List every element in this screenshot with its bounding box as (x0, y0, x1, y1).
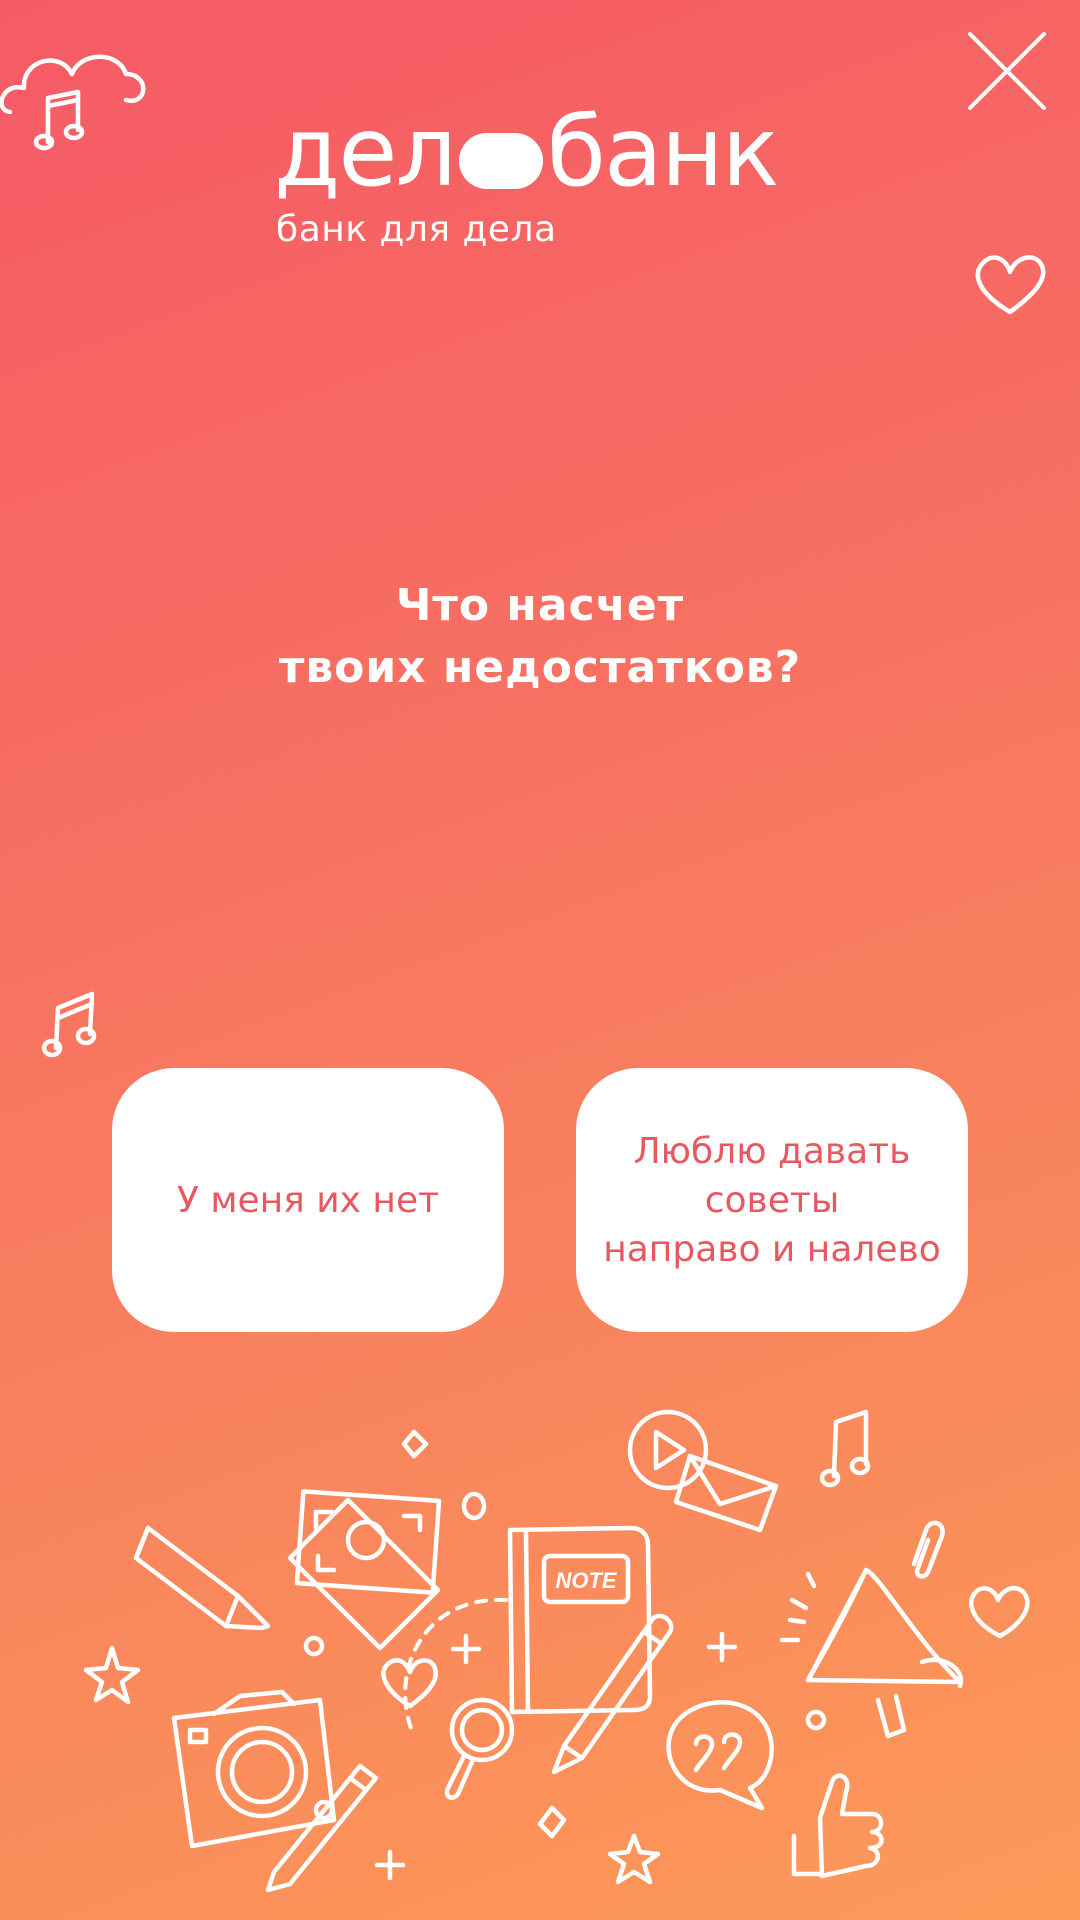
brand-name-part2: банк (546, 96, 780, 208)
plus-icon (450, 1633, 482, 1665)
brand-tagline: банк для дела (276, 209, 557, 250)
magnifier-icon (444, 1697, 515, 1800)
svg-text:NOTE: NOTE (555, 1568, 617, 1593)
heart-icon (381, 1658, 438, 1709)
star-icon (607, 1833, 661, 1885)
brand-logo: дел банк банк для дела (274, 104, 814, 254)
paperclip-icon (911, 1520, 945, 1579)
star-icon (83, 1645, 141, 1705)
notebook-icon: NOTE (507, 1525, 653, 1715)
answer-option-2-label: Люблю давать советы направо и налево (603, 1127, 941, 1274)
close-button[interactable] (962, 26, 1052, 116)
answer-option-2-line-3: направо и налево (603, 1228, 941, 1270)
photo-card-icon (287, 1489, 442, 1651)
pen-icon (551, 1613, 674, 1775)
answer-option-2-line-2: советы (704, 1179, 840, 1221)
diamond-shape (401, 1429, 429, 1459)
close-icon (968, 32, 1046, 110)
brand-name-part1: дел (274, 96, 457, 208)
thumbs-up-icon (791, 1773, 884, 1879)
brand-wordmark: дел банк (274, 104, 814, 200)
question-text: Что насчет твоих недостатков? (140, 575, 940, 699)
question-line-2: твоих недостатков? (278, 642, 802, 693)
answer-option-1-label: У меня их нет (176, 1179, 440, 1221)
cloud-music-icon (0, 54, 146, 151)
plus-icon (706, 1631, 738, 1663)
diamond-shape (537, 1805, 567, 1839)
heart-icon (975, 255, 1046, 315)
music-note-icon (819, 1409, 871, 1488)
video-play-icon (627, 1409, 709, 1491)
music-note-icon (41, 991, 97, 1058)
plus-icon (374, 1849, 406, 1881)
dot-shape (303, 1635, 325, 1657)
answer-option-1[interactable]: У меня их нет (112, 1068, 504, 1332)
dot-shape (805, 1709, 827, 1731)
pencil-icon (133, 1525, 271, 1631)
answer-option-2[interactable]: Люблю давать советы направо и налево (576, 1068, 968, 1332)
doodles-illustration: NOTE (83, 1409, 1030, 1893)
question-line-1: Что насчет (395, 580, 685, 631)
heart-icon (969, 1586, 1030, 1639)
megaphone-icon (779, 1567, 964, 1739)
dot-shape (461, 1491, 487, 1521)
speech-bubble-icon (666, 1700, 774, 1811)
brand-pill-shape (458, 133, 543, 189)
envelope-icon (673, 1453, 779, 1533)
answer-option-2-line-1: Люблю давать (633, 1130, 911, 1172)
camera-icon (171, 1689, 337, 1849)
